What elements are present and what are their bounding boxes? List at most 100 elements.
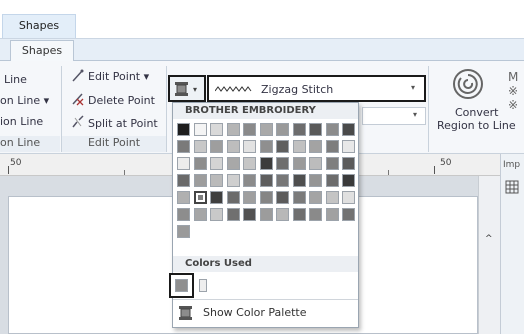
colors-used-row	[169, 273, 358, 298]
color-swatch[interactable]	[226, 123, 240, 136]
color-swatch[interactable]	[226, 208, 240, 221]
color-swatch[interactable]	[259, 208, 273, 221]
show-color-palette-button[interactable]: Show Color Palette	[173, 301, 358, 325]
color-swatch[interactable]	[210, 208, 223, 221]
color-swatch[interactable]	[243, 123, 256, 136]
split-at-point-button[interactable]: Split at Point	[88, 117, 158, 130]
color-swatch[interactable]	[292, 208, 306, 221]
color-swatch[interactable]	[276, 123, 289, 136]
color-swatch[interactable]	[342, 140, 355, 153]
color-swatch[interactable]	[309, 157, 322, 170]
split-point-icon	[72, 115, 84, 129]
color-swatch[interactable]	[259, 123, 273, 136]
color-swatch[interactable]	[309, 123, 322, 136]
color-swatch[interactable]	[342, 208, 355, 221]
color-swatch[interactable]	[210, 191, 223, 204]
color-swatch[interactable]	[276, 157, 289, 170]
color-swatch[interactable]	[325, 191, 339, 204]
color-swatch[interactable]	[325, 157, 339, 170]
color-swatch[interactable]	[276, 174, 289, 187]
color-swatch[interactable]	[210, 140, 223, 153]
color-swatch[interactable]	[210, 157, 223, 170]
thread-color-icon	[174, 81, 189, 97]
color-swatch[interactable]	[276, 208, 289, 221]
colors-used-header: Colors Used	[173, 256, 358, 272]
color-swatch[interactable]	[210, 123, 223, 136]
color-swatch[interactable]	[177, 191, 190, 204]
tab-shapes[interactable]: Shapes	[10, 40, 74, 62]
color-swatch[interactable]	[226, 174, 240, 187]
color-swatch[interactable]	[193, 123, 207, 136]
used-color-selected[interactable]	[169, 273, 194, 298]
color-swatch[interactable]	[243, 157, 256, 170]
color-swatch[interactable]	[193, 208, 207, 221]
thread-color-dropdown: BROTHER EMBROIDERY Colors Used Show Colo…	[169, 102, 359, 328]
chevron-down-icon: ▾	[193, 85, 198, 94]
color-swatch[interactable]	[342, 157, 355, 170]
color-swatch[interactable]	[210, 174, 223, 187]
color-swatch[interactable]	[199, 279, 207, 292]
color-swatch[interactable]	[243, 140, 256, 153]
group-separator	[166, 66, 167, 152]
color-swatch[interactable]	[292, 191, 306, 204]
color-swatch[interactable]	[309, 140, 322, 153]
color-swatch[interactable]	[292, 174, 306, 187]
color-swatch[interactable]	[259, 157, 273, 170]
divider	[173, 299, 358, 300]
color-swatch[interactable]	[259, 191, 273, 204]
tool-icon: M	[508, 70, 519, 84]
convert-region-to-line-button[interactable]: Region to Line	[437, 119, 516, 132]
color-swatch[interactable]	[243, 191, 256, 204]
color-swatch[interactable]	[342, 123, 355, 136]
import-pane-title: Imp	[503, 160, 521, 170]
vertical-scrollbar[interactable]: ^	[478, 176, 500, 334]
color-swatch[interactable]	[325, 174, 339, 187]
ribbon-ion-line-button[interactable]: ion Line	[0, 115, 43, 128]
line-color-button[interactable]: ▾	[168, 75, 206, 102]
color-swatch[interactable]	[193, 140, 207, 153]
ribbon-line-button[interactable]: Line	[4, 73, 27, 86]
stitch-type-select[interactable]: Zigzag Stitch ▾	[207, 75, 426, 102]
color-swatch[interactable]	[226, 157, 240, 170]
ribbon-group-line-label: on Line	[0, 136, 60, 152]
color-swatch[interactable]	[177, 208, 190, 221]
color-swatch[interactable]	[177, 174, 190, 187]
scroll-up-icon[interactable]: ^	[485, 234, 493, 244]
color-swatch[interactable]	[292, 123, 306, 136]
convert-label-1: Convert	[455, 106, 499, 119]
grid-icon[interactable]	[505, 180, 519, 194]
edit-point-button[interactable]: Edit Point ▾	[88, 70, 149, 83]
second-select[interactable]: ▾	[362, 107, 426, 125]
ruler-tick	[8, 166, 9, 174]
color-swatch[interactable]	[342, 174, 355, 187]
delete-point-button[interactable]: Delete Point	[88, 94, 155, 107]
color-swatch[interactable]	[226, 140, 240, 153]
color-swatch[interactable]	[226, 191, 240, 204]
color-swatch[interactable]	[325, 140, 339, 153]
tool-icon: ※	[508, 98, 519, 112]
color-swatch[interactable]	[309, 208, 322, 221]
color-swatch[interactable]	[325, 208, 339, 221]
color-swatch[interactable]	[259, 174, 273, 187]
color-swatch[interactable]	[276, 140, 289, 153]
color-swatch[interactable]	[292, 140, 306, 153]
color-swatch[interactable]	[177, 225, 190, 238]
color-swatch[interactable]	[193, 191, 207, 204]
ribbon-on-line-button[interactable]: on Line ▾	[0, 94, 49, 107]
color-swatch[interactable]	[243, 174, 256, 187]
color-swatch[interactable]	[243, 208, 256, 221]
color-swatch[interactable]	[325, 123, 339, 136]
color-swatch[interactable]	[309, 191, 322, 204]
context-tab-shapes[interactable]: Shapes	[2, 14, 76, 38]
ribbon-tab-bar	[0, 38, 524, 61]
color-swatch[interactable]	[259, 140, 273, 153]
color-swatch[interactable]	[177, 140, 190, 153]
color-swatch[interactable]	[193, 157, 207, 170]
color-swatch[interactable]	[193, 174, 207, 187]
color-swatch[interactable]	[276, 191, 289, 204]
color-swatch[interactable]	[292, 157, 306, 170]
color-swatch[interactable]	[342, 191, 355, 204]
color-swatch[interactable]	[309, 174, 322, 187]
color-swatch[interactable]	[177, 157, 190, 170]
color-swatch[interactable]	[177, 123, 190, 136]
